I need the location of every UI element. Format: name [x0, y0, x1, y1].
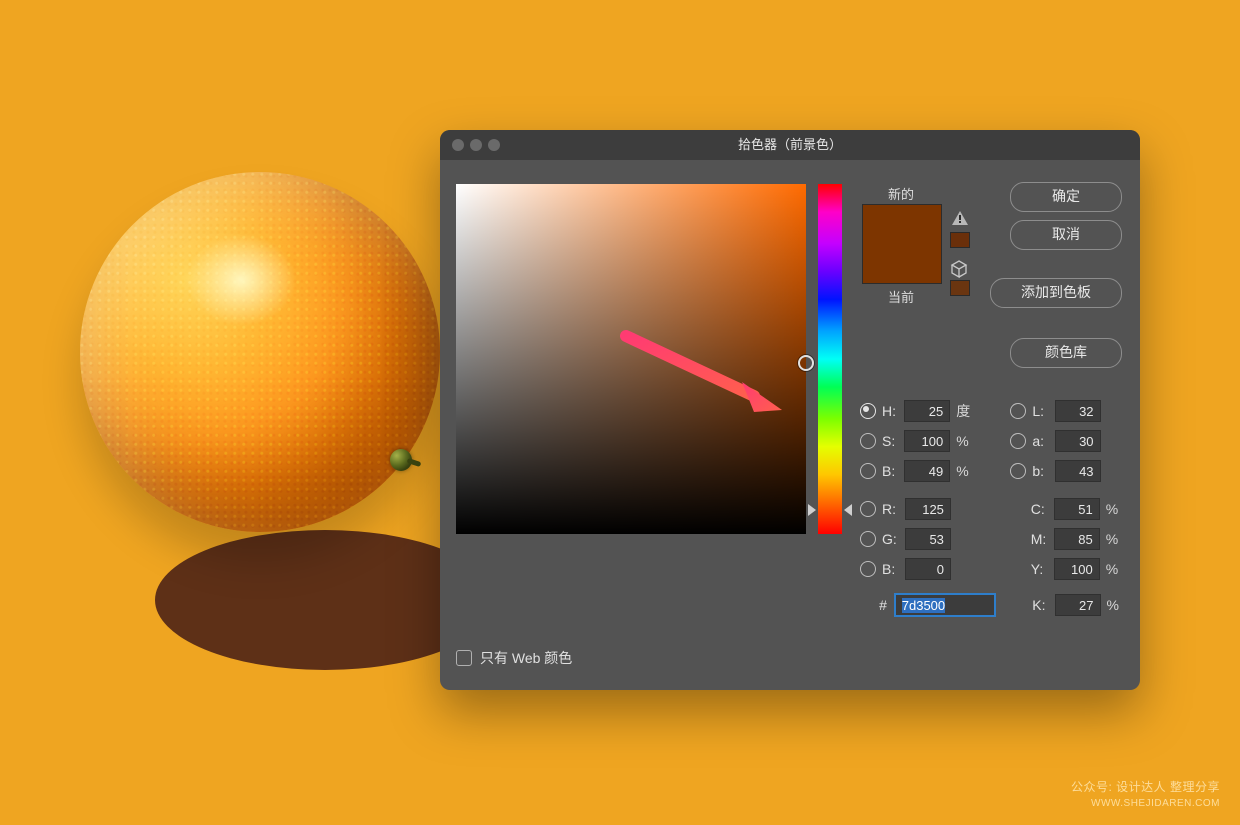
swatch-current[interactable] [863, 244, 941, 283]
watermark: 公众号: 设计达人 整理分享 WWW.SHEJIDAREN.COM [1071, 778, 1220, 811]
unit-m: % [1106, 531, 1126, 547]
input-c[interactable] [1054, 498, 1100, 520]
label-r: R: [882, 501, 899, 517]
radio-r[interactable] [860, 501, 876, 517]
input-hex[interactable] [895, 594, 995, 616]
unit-s: % [956, 433, 975, 449]
swatch-new-label: 新的 [862, 184, 940, 203]
color-library-button[interactable]: 颜色库 [1010, 338, 1122, 368]
label-b-hsb: B: [882, 463, 898, 479]
radio-b-lab[interactable] [1010, 463, 1026, 479]
hue-slider[interactable] [818, 184, 842, 534]
label-k: K: [1032, 597, 1048, 613]
unit-k: % [1107, 597, 1127, 613]
swatch-new[interactable] [863, 205, 941, 244]
watermark-line1: 公众号: 设计达人 整理分享 [1071, 778, 1220, 796]
label-y: Y: [1031, 561, 1048, 577]
ok-button[interactable]: 确定 [1010, 182, 1122, 212]
radio-b-rgb[interactable] [860, 561, 876, 577]
label-a: a: [1032, 433, 1048, 449]
label-h: H: [882, 403, 898, 419]
input-m[interactable] [1054, 528, 1100, 550]
input-h[interactable] [904, 400, 950, 422]
radio-a[interactable] [1010, 433, 1026, 449]
input-k[interactable] [1055, 594, 1101, 616]
input-b-hsb[interactable] [904, 460, 950, 482]
input-b-rgb[interactable] [905, 558, 951, 580]
radio-l[interactable] [1010, 403, 1026, 419]
color-swatch [862, 204, 942, 284]
input-r[interactable] [905, 498, 951, 520]
input-a[interactable] [1055, 430, 1101, 452]
watermark-line2: WWW.SHEJIDAREN.COM [1071, 796, 1220, 811]
color-picker-dialog: 拾色器（前景色） 新的 当前 确定 取消 添加到色板 颜色库 H: 度 [440, 130, 1140, 690]
orange-photo [80, 172, 440, 532]
label-m: M: [1031, 531, 1048, 547]
label-b-lab: b: [1032, 463, 1048, 479]
input-s[interactable] [904, 430, 950, 452]
hex-hash: # [877, 597, 888, 613]
checkbox-icon[interactable] [456, 650, 472, 666]
sb-cursor[interactable] [798, 355, 814, 371]
dialog-title: 拾色器（前景色） [440, 130, 1140, 160]
gamut-warning-icon[interactable] [951, 210, 969, 226]
hue-pointer-left[interactable] [808, 504, 816, 516]
label-s: S: [882, 433, 898, 449]
radio-b-hsb[interactable] [860, 463, 876, 479]
input-b-lab[interactable] [1055, 460, 1101, 482]
input-y[interactable] [1054, 558, 1100, 580]
cancel-button[interactable]: 取消 [1010, 220, 1122, 250]
label-g: G: [882, 531, 899, 547]
label-c: C: [1031, 501, 1048, 517]
hue-pointer-right[interactable] [844, 504, 852, 516]
input-g[interactable] [905, 528, 951, 550]
radio-s[interactable] [860, 433, 876, 449]
saturation-brightness-field[interactable] [456, 184, 806, 534]
input-l[interactable] [1055, 400, 1101, 422]
radio-g[interactable] [860, 531, 876, 547]
color-value-grid: H: 度 L: S: % a: B: % b: [860, 396, 1126, 620]
dialog-titlebar[interactable]: 拾色器（前景色） [440, 130, 1140, 160]
label-b-rgb: B: [882, 561, 899, 577]
swatch-current-label: 当前 [862, 287, 940, 306]
web-colors-only[interactable]: 只有 Web 颜色 [456, 648, 572, 668]
unit-b-hsb: % [956, 463, 975, 479]
add-swatch-button[interactable]: 添加到色板 [990, 278, 1122, 308]
unit-y: % [1106, 561, 1126, 577]
websafe-cube-icon[interactable] [950, 260, 968, 281]
radio-h[interactable] [860, 403, 876, 419]
unit-h: 度 [956, 401, 975, 421]
websafe-swatch[interactable] [950, 280, 970, 296]
label-l: L: [1032, 403, 1048, 419]
web-colors-only-label: 只有 Web 颜色 [480, 648, 572, 668]
unit-c: % [1106, 501, 1126, 517]
gamut-warning-swatch[interactable] [950, 232, 970, 248]
